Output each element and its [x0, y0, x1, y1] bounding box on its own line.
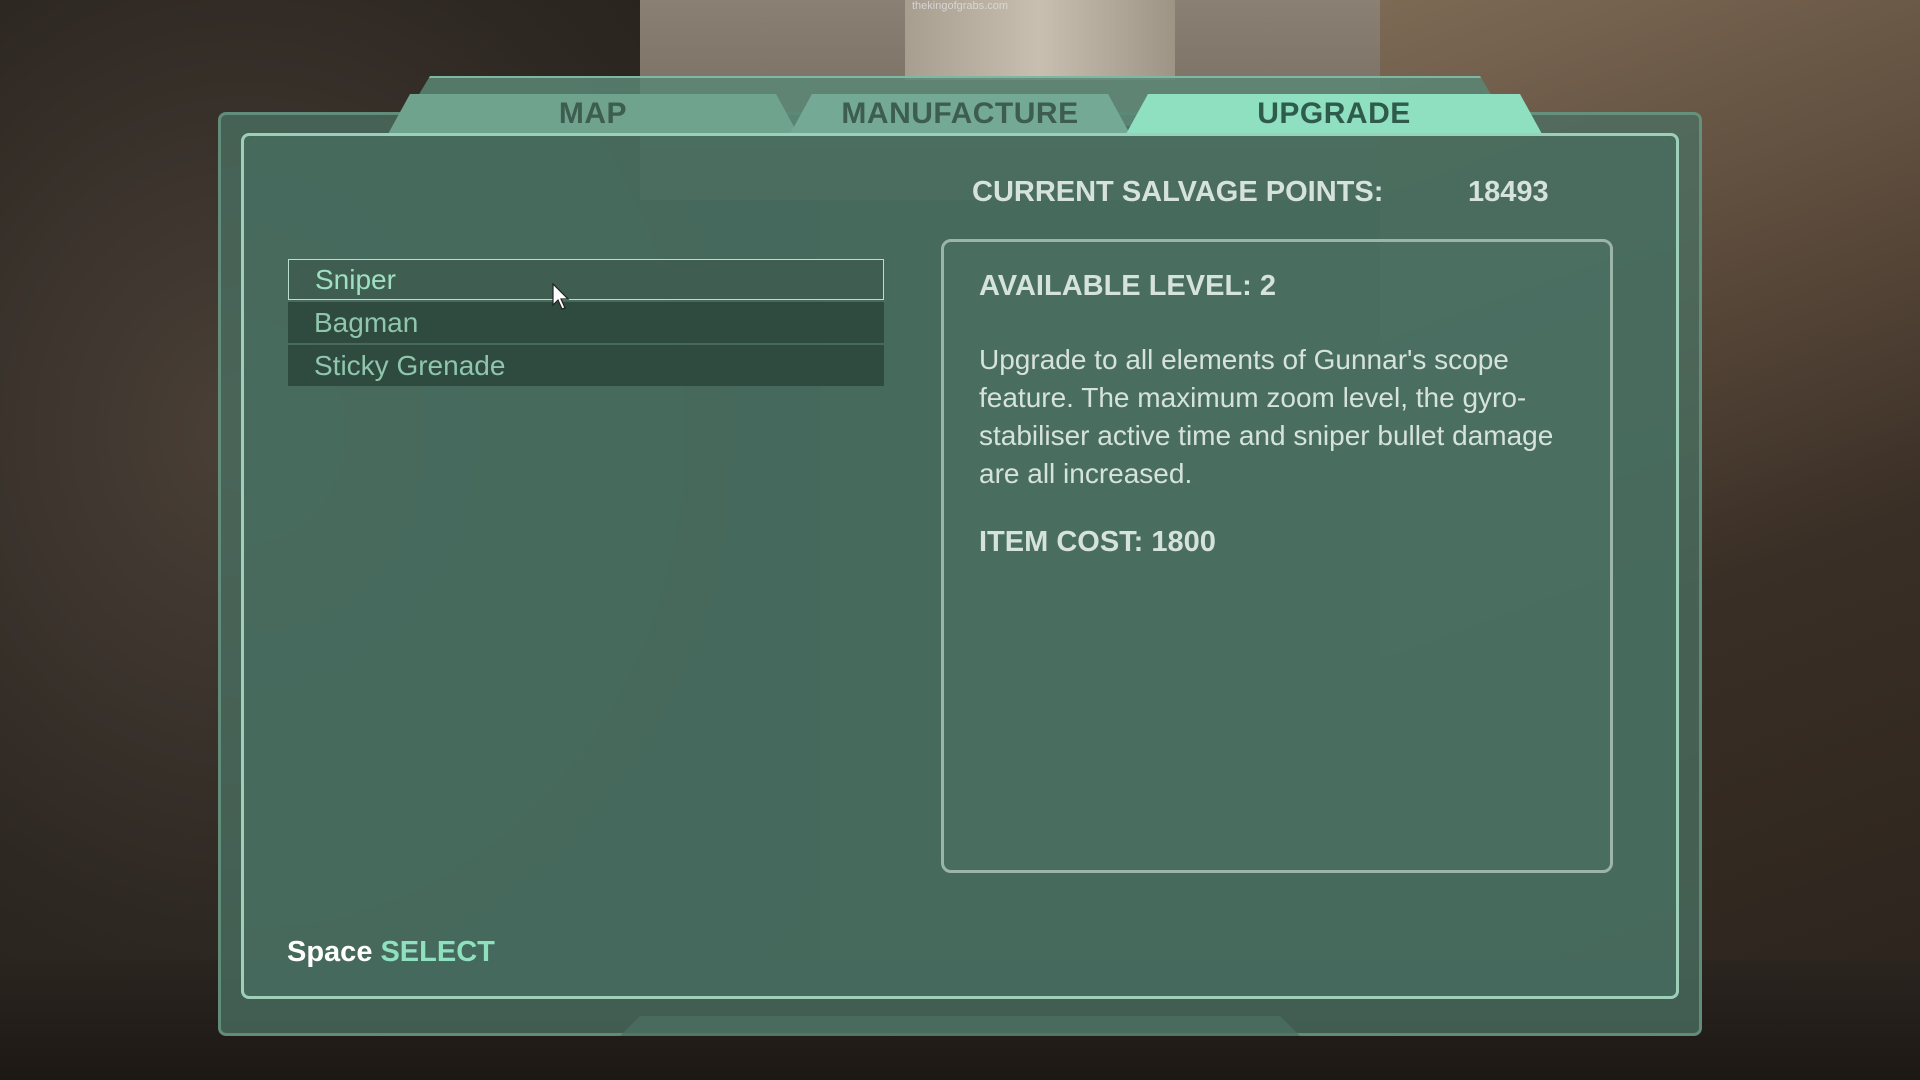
tab-upgrade[interactable]: UPGRADE: [1126, 94, 1542, 134]
hint-key: Space: [287, 936, 373, 968]
upgrade-description: Upgrade to all elements of Gunnar's scop…: [979, 344, 1554, 489]
tab-map[interactable]: MAP: [388, 94, 798, 134]
salvage-points-value: 18493: [1468, 176, 1549, 208]
salvage-points-label: CURRENT SALVAGE POINTS:: [972, 176, 1384, 208]
list-item-sticky-grenade[interactable]: Sticky Grenade: [288, 345, 884, 386]
list-item-bagman[interactable]: Bagman: [288, 302, 884, 343]
select-action[interactable]: SELECT: [380, 936, 494, 968]
list-item-sniper[interactable]: Sniper: [288, 259, 884, 300]
mouse-cursor-icon: [552, 283, 570, 310]
frame-bottom-notch: [620, 1016, 1300, 1036]
upgrade-list: Sniper Bagman Sticky Grenade: [288, 259, 884, 388]
tab-manufacture[interactable]: MANUFACTURE: [790, 94, 1130, 134]
tower-structure: [905, 0, 1175, 80]
watermark: thekingofgrabs.com: [912, 0, 1008, 12]
available-level: AVAILABLE LEVEL: 2: [979, 270, 1276, 302]
select-hint: Space SELECT: [287, 936, 495, 969]
item-cost: ITEM COST: 1800: [979, 526, 1216, 558]
